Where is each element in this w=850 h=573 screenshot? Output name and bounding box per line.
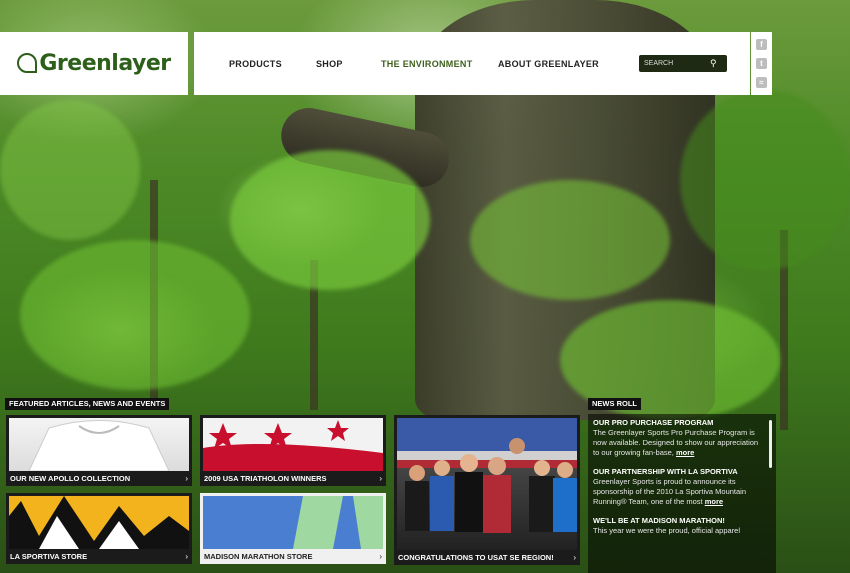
news-item: OUR PARTNERSHIP WITH LA SPORTIVA Greenla… [593, 467, 766, 507]
rss-icon[interactable]: ≈ [756, 77, 767, 88]
chevron-right-icon: › [379, 552, 382, 561]
news-scrollbar[interactable] [769, 420, 772, 468]
foliage [0, 100, 140, 240]
nav-shop[interactable]: SHOP [316, 59, 343, 69]
usat-team-photo [397, 418, 577, 550]
news-text: Greenlayer Sports is proud to announce i… [593, 477, 747, 506]
foliage [680, 90, 850, 270]
featured-card-madison[interactable]: MADISON MARATHON STORE › [200, 493, 386, 564]
news-text: This year we were the proud, official ap… [593, 526, 741, 535]
featured-card-la-sportiva[interactable]: LA SPORTIVA STORE › [6, 493, 192, 564]
news-title: OUR PRO PURCHASE PROGRAM [593, 418, 714, 427]
news-item: WE'LL BE AT MADISON MARATHON! This year … [593, 516, 766, 536]
twitter-icon[interactable]: t [756, 58, 767, 69]
logo-text: Greenlayer [39, 51, 171, 76]
card-caption: LA SPORTIVA STORE [10, 552, 88, 561]
news-item: OUR PRO PURCHASE PROGRAM The Greenlayer … [593, 418, 766, 458]
foliage [230, 150, 430, 290]
logo[interactable]: Greenlayer [17, 51, 171, 76]
search-box[interactable]: ⚲ [639, 55, 727, 72]
news-roll: OUR PRO PURCHASE PROGRAM The Greenlayer … [588, 414, 776, 573]
featured-card-usat[interactable]: CONGRATULATIONS TO USAT SE REGION! › [394, 415, 580, 565]
apollo-thumbnail [9, 418, 189, 471]
triathlon-thumbnail [203, 418, 383, 471]
search-icon[interactable]: ⚲ [710, 58, 717, 69]
news-body: Greenlayer Sports is proud to announce i… [593, 477, 766, 507]
madison-thumbnail [203, 496, 383, 549]
nav-the-environment[interactable]: THE ENVIRONMENT [381, 59, 473, 69]
news-roll-label: NEWS ROLL [588, 398, 641, 410]
la-sportiva-thumbnail [9, 496, 189, 549]
logo-box[interactable]: Greenlayer [0, 32, 188, 95]
chevron-right-icon: › [379, 474, 382, 483]
featured-card-apollo[interactable]: OUR NEW APOLLO COLLECTION › [6, 415, 192, 486]
news-body: This year we were the proud, official ap… [593, 526, 766, 536]
featured-card-triathlon[interactable]: 2009 USA TRIATHOLON WINNERS › [200, 415, 386, 486]
nav-products[interactable]: PRODUCTS [229, 59, 282, 69]
facebook-icon[interactable]: f [756, 39, 767, 50]
card-caption: CONGRATULATIONS TO USAT SE REGION! [398, 553, 554, 562]
card-caption: MADISON MARATHON STORE [204, 552, 313, 561]
foliage [20, 240, 250, 390]
foliage [470, 180, 670, 300]
news-more-link[interactable]: more [676, 448, 694, 457]
featured-label: FEATURED ARTICLES, NEWS AND EVENTS [5, 398, 170, 410]
chevron-right-icon: › [185, 552, 188, 561]
nav-about[interactable]: ABOUT GREENLAYER [498, 59, 599, 69]
news-more-link[interactable]: more [705, 497, 723, 506]
card-caption: 2009 USA TRIATHOLON WINNERS [204, 474, 327, 483]
social-links: f t ≈ [751, 32, 772, 95]
search-input[interactable] [644, 60, 708, 67]
news-body: The Greenlayer Sports Pro Purchase Progr… [593, 428, 766, 458]
logo-icon [17, 53, 38, 73]
chevron-right-icon: › [573, 553, 576, 562]
news-title: OUR PARTNERSHIP WITH LA SPORTIVA [593, 467, 738, 476]
main-nav: PRODUCTS SHOP THE ENVIRONMENT ABOUT GREE… [194, 32, 750, 95]
news-title: WE'LL BE AT MADISON MARATHON! [593, 516, 725, 525]
card-caption: OUR NEW APOLLO COLLECTION [10, 474, 131, 483]
chevron-right-icon: › [185, 474, 188, 483]
